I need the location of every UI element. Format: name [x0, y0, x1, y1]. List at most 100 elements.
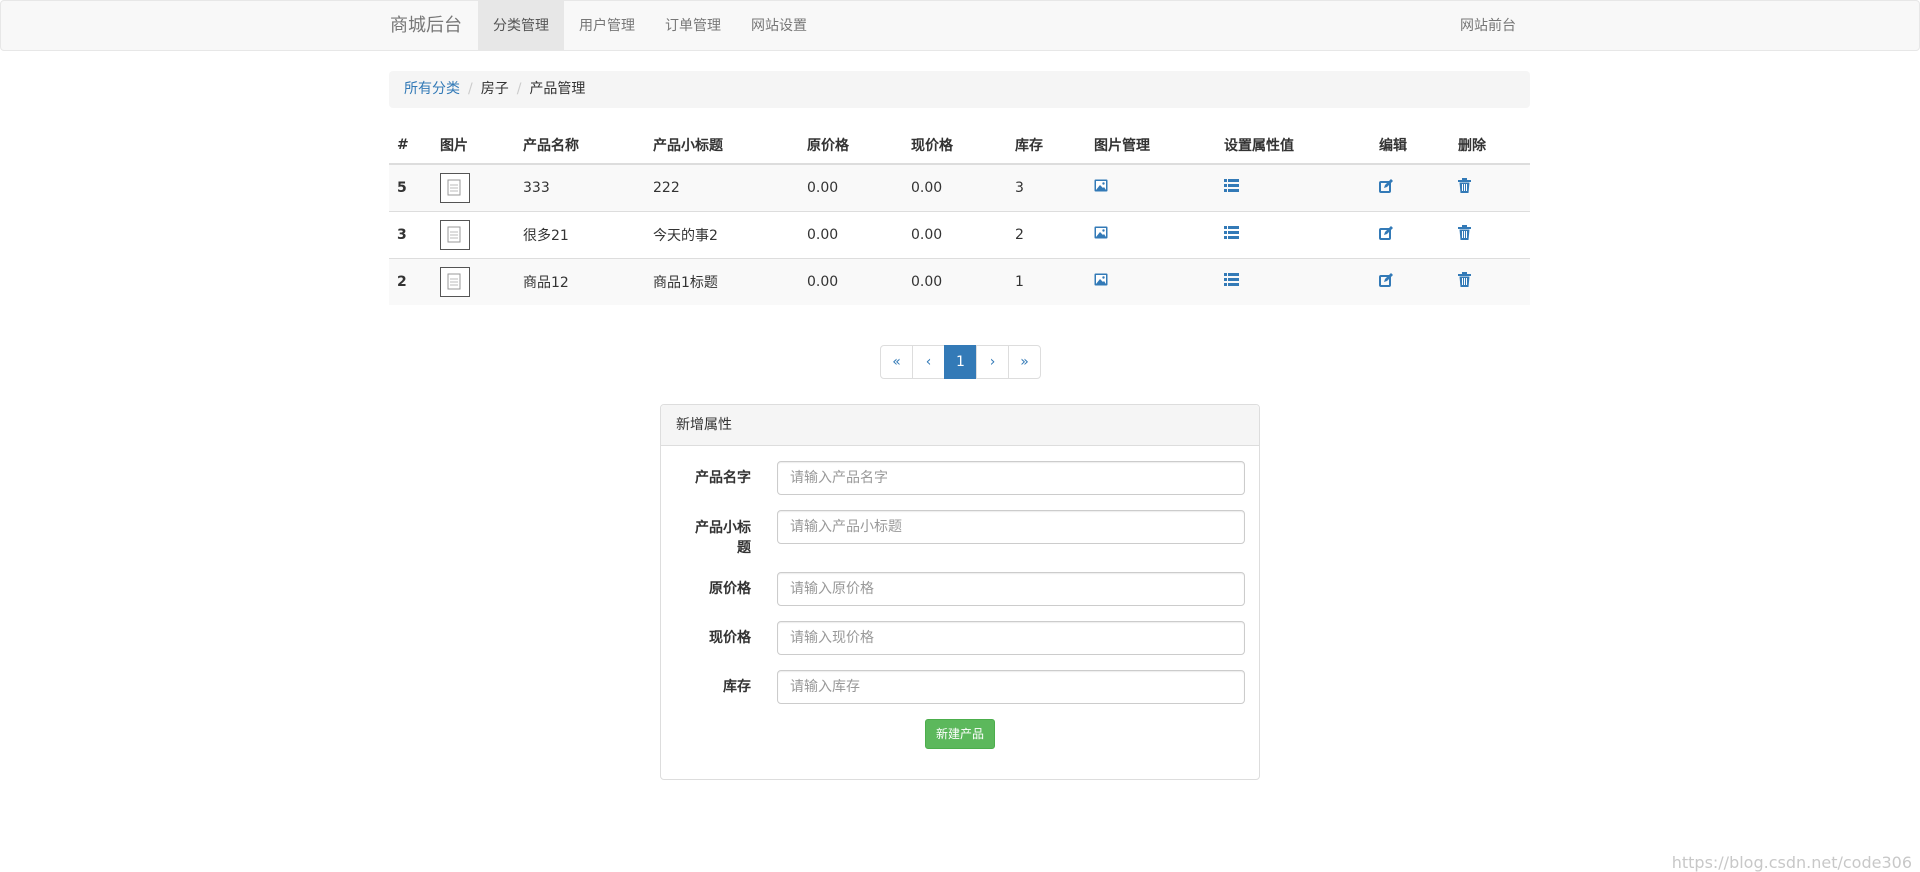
- product-subtitle-label: 产品小标 题: [661, 518, 751, 558]
- nav-item-orders[interactable]: 订单管理: [650, 1, 736, 51]
- nav-menu: 分类管理 用户管理 订单管理 网站设置: [478, 1, 822, 51]
- cell-id: 2: [389, 257, 432, 305]
- edit-icon[interactable]: [1379, 272, 1393, 291]
- breadcrumb-category: 房子: [480, 81, 509, 97]
- cell-set-properties: [1216, 210, 1371, 258]
- brand-title[interactable]: 商城后台: [390, 1, 462, 51]
- table-header-row: # 图片 产品名称 产品小标题 原价格 现价格 库存 图片管理 设置属性值 编辑…: [389, 126, 1530, 165]
- col-header-image: 图片: [432, 126, 515, 165]
- product-table-wrapper: # 图片 产品名称 产品小标题 原价格 现价格 库存 图片管理 设置属性值 编辑…: [389, 126, 1530, 305]
- broken-image-icon: [447, 179, 461, 196]
- edit-icon[interactable]: [1379, 178, 1393, 197]
- trash-icon[interactable]: [1458, 178, 1471, 197]
- cell-subtitle: 商品1标题: [645, 257, 799, 305]
- cell-stock: 3: [1007, 163, 1086, 211]
- table-row: 2 商品12 商品1标题 0.00 0.00 1: [389, 257, 1530, 305]
- picture-icon[interactable]: [1094, 273, 1108, 290]
- cell-id: 5: [389, 163, 432, 211]
- stock-label: 库存: [723, 679, 751, 695]
- page-current-button[interactable]: 1: [944, 345, 977, 379]
- list-icon[interactable]: [1224, 226, 1239, 243]
- cell-price: 0.00: [903, 210, 1007, 258]
- page-prev-button[interactable]: ‹: [912, 345, 945, 379]
- col-header-delete: 删除: [1450, 126, 1530, 165]
- col-header-id: #: [389, 126, 432, 165]
- cell-image: [432, 163, 515, 211]
- page-next-button[interactable]: ›: [976, 345, 1009, 379]
- cell-edit: [1371, 210, 1450, 258]
- picture-icon[interactable]: [1094, 179, 1108, 196]
- cell-name: 333: [515, 163, 645, 211]
- cell-set-properties: [1216, 163, 1371, 211]
- col-header-price: 现价格: [903, 126, 1007, 165]
- cell-orig-price: 0.00: [799, 163, 903, 211]
- product-thumbnail[interactable]: [440, 266, 470, 297]
- trash-icon[interactable]: [1458, 225, 1471, 244]
- trash-icon[interactable]: [1458, 272, 1471, 291]
- product-subtitle-input[interactable]: [777, 510, 1245, 544]
- create-product-button[interactable]: 新建产品: [925, 719, 996, 749]
- original-price-label: 原价格: [709, 581, 751, 597]
- add-product-panel: 新增属性 产品名字 产品小标 题 原价格 现价格 库存 新建产品: [660, 404, 1260, 780]
- product-name-input[interactable]: [777, 461, 1245, 495]
- cell-image: [432, 210, 515, 258]
- cell-image: [432, 257, 515, 305]
- nav-item-storefront[interactable]: 网站前台: [1445, 1, 1531, 51]
- cell-stock: 1: [1007, 257, 1086, 305]
- cell-price: 0.00: [903, 257, 1007, 305]
- cell-edit: [1371, 163, 1450, 211]
- picture-icon[interactable]: [1094, 226, 1108, 243]
- nav-item-site-settings[interactable]: 网站设置: [736, 1, 822, 51]
- cell-orig-price: 0.00: [799, 210, 903, 258]
- cell-edit: [1371, 257, 1450, 305]
- broken-image-icon: [447, 226, 461, 242]
- col-header-name: 产品名称: [515, 126, 645, 165]
- cell-image-manage: [1086, 257, 1216, 305]
- col-header-image-manage: 图片管理: [1086, 126, 1216, 165]
- watermark: https://blog.csdn.net/code306: [1671, 853, 1912, 872]
- nav-item-category[interactable]: 分类管理: [478, 1, 564, 51]
- broken-image-icon: [447, 273, 461, 290]
- breadcrumb: 所有分类 / 房子 / 产品管理: [389, 71, 1530, 108]
- cell-subtitle: 222: [645, 163, 799, 211]
- cell-name: 很多21: [515, 210, 645, 258]
- current-price-input[interactable]: [777, 621, 1245, 655]
- nav-item-users[interactable]: 用户管理: [564, 1, 650, 51]
- cell-image-manage: [1086, 210, 1216, 258]
- product-subtitle-label-line1: 产品小标: [695, 520, 751, 536]
- col-header-stock: 库存: [1007, 126, 1086, 165]
- page-last-button[interactable]: »: [1008, 345, 1041, 379]
- cell-stock: 2: [1007, 210, 1086, 258]
- col-header-orig-price: 原价格: [799, 126, 903, 165]
- cell-subtitle: 今天的事2: [645, 210, 799, 258]
- stock-input[interactable]: [777, 670, 1245, 704]
- list-icon[interactable]: [1224, 179, 1239, 196]
- product-name-label: 产品名字: [695, 470, 751, 486]
- top-navbar: 商城后台 分类管理 用户管理 订单管理 网站设置 网站前台: [0, 0, 1920, 51]
- cell-image-manage: [1086, 163, 1216, 211]
- table-row: 5 333 222 0.00 0.00 3: [389, 163, 1530, 211]
- breadcrumb-all-categories[interactable]: 所有分类: [404, 71, 460, 108]
- panel-title: 新增属性: [661, 405, 1259, 446]
- cell-delete: [1450, 163, 1530, 211]
- list-icon[interactable]: [1224, 273, 1239, 290]
- product-thumbnail[interactable]: [440, 172, 470, 203]
- cell-id: 3: [389, 210, 432, 258]
- col-header-subtitle: 产品小标题: [645, 126, 799, 165]
- product-thumbnail[interactable]: [440, 219, 470, 250]
- product-table: # 图片 产品名称 产品小标题 原价格 现价格 库存 图片管理 设置属性值 编辑…: [389, 126, 1530, 305]
- breadcrumb-separator: /: [468, 81, 473, 97]
- breadcrumb-current: 产品管理: [529, 81, 586, 97]
- cell-orig-price: 0.00: [799, 257, 903, 305]
- cell-name: 商品12: [515, 257, 645, 305]
- original-price-input[interactable]: [777, 572, 1245, 606]
- breadcrumb-separator: /: [516, 81, 522, 97]
- cell-price: 0.00: [903, 163, 1007, 211]
- edit-icon[interactable]: [1379, 225, 1393, 244]
- product-subtitle-label-line2: 题: [737, 540, 751, 556]
- page-first-button[interactable]: «: [880, 345, 913, 379]
- cell-delete: [1450, 210, 1530, 258]
- table-row: 3 很多21 今天的事2 0.00 0.00 2: [389, 210, 1530, 258]
- col-header-set-properties: 设置属性值: [1216, 126, 1371, 165]
- cell-set-properties: [1216, 257, 1371, 305]
